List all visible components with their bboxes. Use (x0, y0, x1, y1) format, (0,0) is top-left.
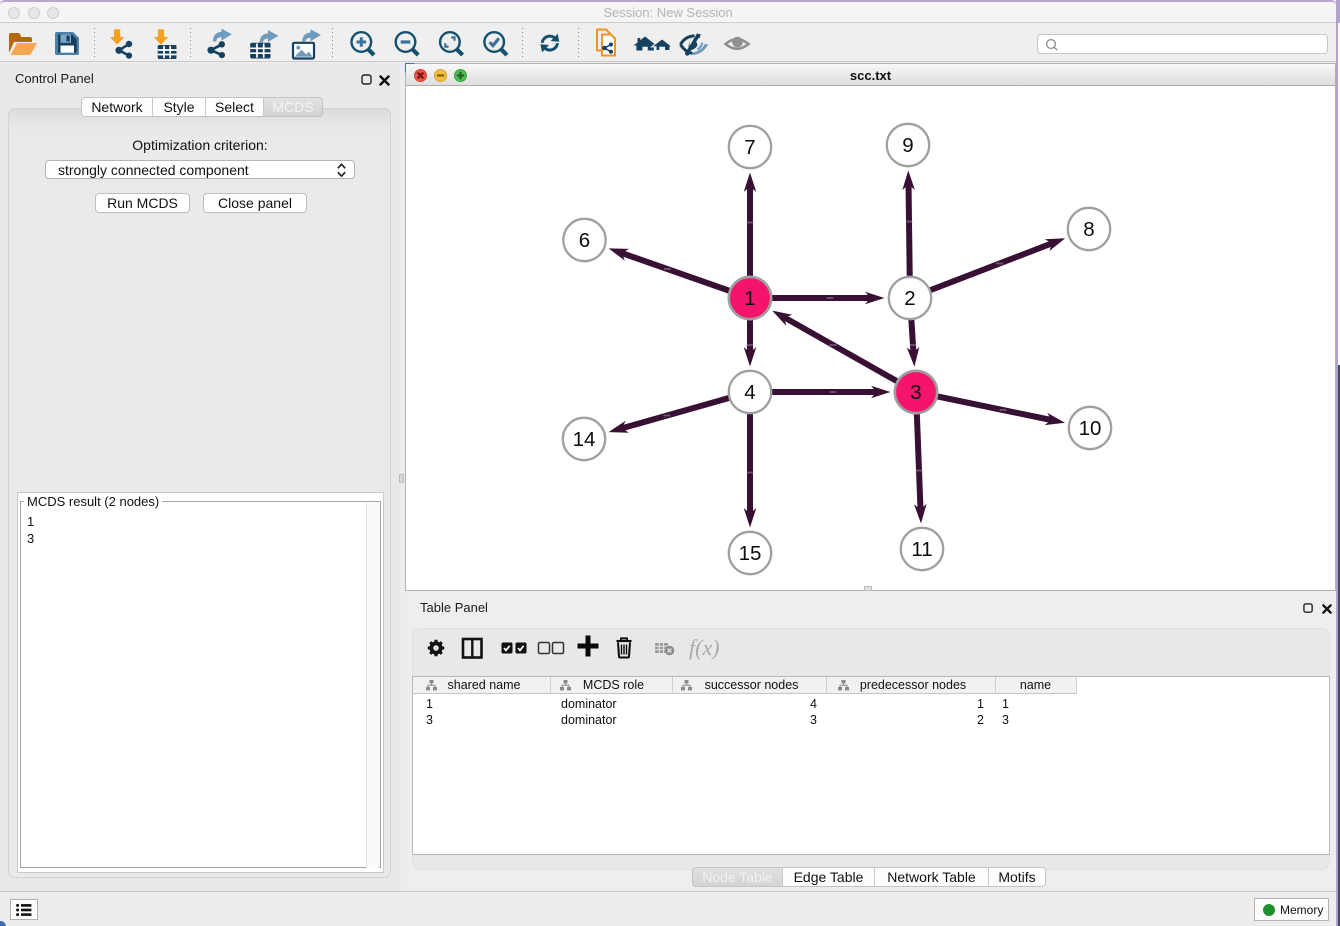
svg-text:3: 3 (910, 381, 921, 404)
svg-text:2: 2 (904, 287, 915, 310)
svg-text:4: 4 (744, 381, 755, 404)
svg-text:f(x): f(x) (689, 635, 720, 660)
svg-text:9: 9 (902, 134, 913, 157)
svg-text:6: 6 (579, 229, 590, 252)
svg-text:15: 15 (739, 542, 762, 565)
svg-text:11: 11 (911, 538, 932, 561)
svg-text:8: 8 (1083, 218, 1094, 241)
svg-text:10: 10 (1079, 417, 1102, 440)
svg-text:1: 1 (744, 287, 755, 310)
svg-text:7: 7 (744, 136, 755, 159)
svg-text:14: 14 (573, 428, 596, 451)
